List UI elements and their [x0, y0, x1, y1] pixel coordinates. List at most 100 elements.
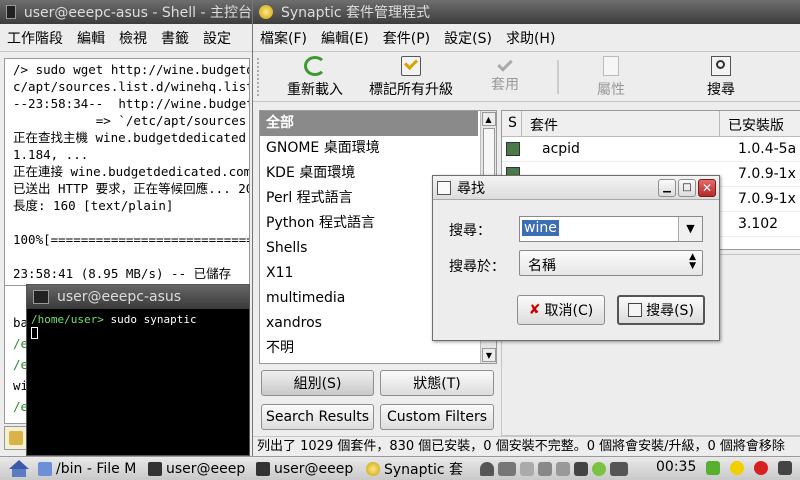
session-icon — [9, 431, 23, 445]
synaptic-titlebar[interactable]: Synaptic 套件管理程式 — [253, 0, 800, 24]
terminal-line: 正在查找主機 wine.budgetdedicated.com... 69.93… — [13, 130, 249, 145]
volume-icon[interactable] — [574, 462, 588, 476]
group-button-label: 組別(S) — [293, 376, 342, 392]
battery-icon[interactable] — [498, 462, 516, 476]
dialog-search-button[interactable]: 搜尋(S) — [617, 295, 705, 325]
home-icon[interactable] — [6, 459, 32, 479]
terminal-line: c/apt/sources.list.d/winehq.list — [13, 79, 250, 94]
status-checkbox[interactable] — [506, 142, 520, 156]
reload-icon — [304, 56, 326, 76]
power-icon[interactable] — [754, 461, 768, 475]
dropdown-arrow-icon[interactable]: ▼ — [678, 217, 702, 241]
package-version: 7.0.9-1x — [738, 191, 796, 207]
input-method-icon[interactable] — [538, 462, 552, 476]
properties-button[interactable]: 屬性 — [581, 56, 641, 100]
terminal-icon — [6, 5, 16, 19]
shell-terminal[interactable]: /> sudo wget http://wine.budgetdedicated… — [4, 58, 250, 286]
terminal-icon — [256, 462, 270, 476]
terminal-line: 正在連接 wine.budgetdedicated.com|69.93.1.18… — [13, 164, 249, 179]
keyboard-icon[interactable] — [520, 462, 534, 476]
find-dialog: 尋找 ▁ □ ✕ 搜尋： wine ▼ 搜尋於： 名稱 ▲ ▼ ✘ 取消(C) 搜… — [432, 175, 720, 341]
file-manager-icon — [38, 462, 52, 476]
status-button-label: 狀態(T) — [413, 376, 461, 392]
toolbar-search-button[interactable]: 搜尋 — [693, 56, 749, 100]
shell-menu-item[interactable]: 工作階段 — [0, 28, 70, 48]
shell-menu-item[interactable]: 設定 — [196, 28, 238, 48]
search-button-label: 搜尋(S) — [646, 303, 694, 319]
terminal-icon — [33, 290, 49, 304]
cancel-icon: ✘ — [528, 302, 541, 318]
status-button[interactable]: 狀態(T) — [380, 370, 494, 396]
synaptic-menu-item[interactable]: 設定(S) — [437, 28, 499, 48]
mark-upgrades-icon — [401, 55, 421, 76]
search-combo[interactable]: wine ▼ — [519, 216, 703, 242]
group-button[interactable]: 組別(S) — [261, 370, 374, 396]
minimize-icon[interactable]: ▁ — [658, 178, 676, 197]
synaptic-icon — [366, 462, 380, 476]
shell-menu-item[interactable]: 書籤 — [154, 28, 196, 48]
taskbar-item-label: Synaptic 套 — [384, 462, 464, 478]
terminal-line: 23:58:41 (8.95 MB/s) -- 已儲存 — [13, 266, 232, 281]
smiley-icon[interactable] — [730, 461, 744, 475]
taskbar-item-terminal-1[interactable]: user@eeep — [148, 460, 252, 478]
close-icon[interactable]: ✕ — [698, 178, 716, 197]
clock[interactable]: 00:35 — [656, 459, 696, 475]
package-version: 3.102 — [738, 216, 779, 232]
small-terminal-titlebar[interactable]: user@eeepc-asus — [27, 285, 249, 309]
maximize-icon[interactable]: □ — [678, 178, 696, 197]
terminal-line: 100%[===================================… — [13, 232, 249, 247]
cancel-button[interactable]: ✘ 取消(C) — [517, 295, 605, 325]
search-in-select[interactable]: 名稱 ▲ ▼ — [519, 250, 703, 276]
toolbar-handle[interactable] — [257, 58, 261, 96]
section-item[interactable]: GNOME 桌面環境 — [260, 136, 478, 161]
wifi-icon[interactable] — [480, 462, 494, 476]
synaptic-menubar: 檔案(F) 編輯(E) 套件(P) 設定(S) 求助(H) — [253, 24, 800, 52]
synaptic-menu-item[interactable]: 套件(P) — [376, 28, 437, 48]
synaptic-title: Synaptic 套件管理程式 — [281, 5, 431, 21]
search-results-button[interactable]: Search Results — [261, 404, 374, 430]
small-terminal-content[interactable]: /home/user> sudo synaptic — [27, 309, 249, 343]
synaptic-menu-item[interactable]: 求助(H) — [499, 28, 562, 48]
col-header-status[interactable]: S — [502, 111, 522, 136]
apply-button[interactable]: 套用 — [475, 56, 535, 100]
custom-filters-button[interactable]: Custom Filters — [380, 404, 494, 430]
desktop-icon[interactable] — [706, 461, 720, 475]
shell-menubar: 工作階段 編輯 檢視 書籤 設定 — [0, 24, 252, 52]
find-dialog-titlebar[interactable]: 尋找 ▁ □ ✕ — [433, 176, 719, 200]
shell-menu-item[interactable]: 檢視 — [112, 28, 154, 48]
toolbar-separator — [557, 60, 559, 94]
scroll-down-icon[interactable]: ▼ — [482, 348, 496, 362]
terminal-line: /> sudo wget http://wine.budgetdedicated… — [13, 62, 249, 77]
display-icon[interactable] — [778, 461, 792, 475]
synaptic-menu-item[interactable]: 編輯(E) — [314, 28, 376, 48]
network-icon[interactable] — [556, 462, 570, 476]
messenger-icon[interactable] — [592, 462, 606, 476]
usb-icon[interactable] — [610, 462, 628, 476]
system-tray — [478, 461, 630, 477]
mark-all-upgrades-button[interactable]: 標記所有升級 — [361, 55, 461, 100]
search-icon — [437, 180, 451, 195]
shell-titlebar[interactable]: user@eeepc-asus - Shell - 主控台 — [0, 0, 252, 24]
terminal-line: 1.184, ... — [13, 147, 89, 162]
col-header-installed[interactable]: 已安裝版 — [720, 111, 800, 136]
shell-bottom-tab[interactable] — [4, 426, 28, 450]
taskbar-item-synaptic[interactable]: Synaptic 套 — [366, 460, 472, 478]
package-version: 7.0.9-1x — [738, 166, 796, 182]
synaptic-menu-item[interactable]: 檔案(F) — [253, 28, 314, 48]
taskbar-item-label: user@eeep — [274, 461, 354, 477]
table-row[interactable]: acpid 1.0.4-5a — [502, 137, 800, 162]
search-input[interactable]: wine — [522, 220, 559, 236]
shell-menu-item[interactable]: 編輯 — [70, 28, 112, 48]
synaptic-toolbar: 重新載入 標記所有升級 套用 屬性 搜尋 — [253, 52, 800, 102]
taskbar-item-terminal-2[interactable]: user@eeep — [256, 460, 360, 478]
reload-button[interactable]: 重新載入 — [277, 56, 353, 100]
scroll-up-icon[interactable]: ▲ — [481, 112, 496, 126]
taskbar-item-filemanager[interactable]: /bin - File M — [38, 460, 142, 478]
cancel-label: 取消(C) — [544, 303, 594, 319]
section-item[interactable]: 全部 — [260, 111, 478, 136]
col-header-package[interactable]: 套件 — [522, 111, 720, 136]
search-label: 搜尋 — [707, 82, 735, 98]
updown-icon: ▲ ▼ — [689, 252, 696, 271]
